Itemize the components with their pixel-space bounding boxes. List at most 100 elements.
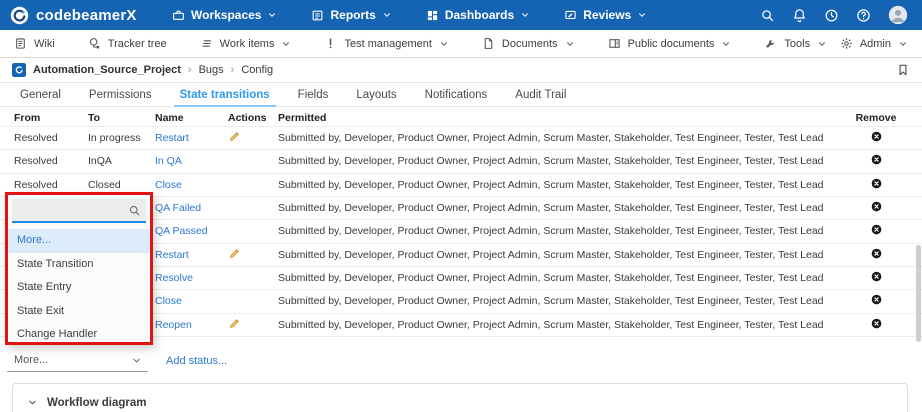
cell-to: Closed [88, 179, 155, 191]
tab-general[interactable]: General [6, 83, 75, 106]
dropdown-option-state-transition[interactable]: State Transition [8, 253, 150, 277]
remove-icon[interactable] [871, 271, 882, 282]
dropdown-search-input[interactable] [12, 199, 128, 221]
remove-icon[interactable] [871, 154, 882, 165]
help-icon[interactable] [856, 8, 871, 23]
pencil-icon[interactable] [228, 247, 241, 260]
chevron-down-icon [898, 39, 908, 49]
reports-icon [311, 9, 324, 22]
transition-name-link[interactable]: Close [155, 179, 228, 191]
cell-remove [871, 178, 882, 192]
col-header-actions: Actions [228, 112, 278, 124]
col-header-permitted: Permitted [278, 112, 838, 124]
history-icon[interactable] [824, 8, 839, 23]
documents-icon [482, 37, 495, 50]
toolbar-item-tracker-tree[interactable]: Tracker tree [88, 37, 167, 50]
toolbar-item-admin[interactable]: Admin [840, 37, 908, 50]
remove-icon[interactable] [871, 248, 882, 259]
topbar-menu-reports[interactable]: Reports [311, 8, 391, 22]
cell-remove [871, 294, 882, 308]
config-tabs: GeneralPermissionsState transitionsField… [0, 83, 922, 107]
breadcrumb-bugs[interactable]: Bugs [199, 64, 224, 76]
remove-icon[interactable] [871, 131, 882, 142]
transition-name-link[interactable]: Reopen [155, 319, 228, 331]
pencil-icon[interactable] [228, 317, 241, 330]
topbar-menu-workspaces[interactable]: Workspaces [172, 8, 277, 22]
toolbar-item-wiki[interactable]: Wiki [14, 37, 55, 50]
transition-name-link[interactable]: QA Failed [155, 202, 228, 214]
exclamation-icon [324, 37, 337, 50]
transition-name-link[interactable]: Restart [155, 249, 228, 261]
cell-actions [228, 130, 278, 146]
add-status-link[interactable]: Add status... [166, 355, 227, 367]
breadcrumb-project[interactable]: Automation_Source_Project [33, 64, 181, 76]
toolbar-item-label: Tracker tree [108, 38, 167, 50]
menu-label: Dashboards [445, 8, 514, 22]
remove-icon[interactable] [871, 294, 882, 305]
toolbar-item-label: Tools [784, 38, 810, 50]
vertical-scrollbar-thumb[interactable] [916, 245, 921, 342]
dropdown-option-more[interactable]: More... [8, 229, 150, 253]
avatar[interactable] [888, 5, 908, 25]
remove-icon[interactable] [871, 224, 882, 235]
gear-icon [840, 37, 853, 50]
col-header-remove: Remove [856, 112, 897, 124]
topbar-menu-dashboards[interactable]: Dashboards [426, 8, 530, 22]
breadcrumb-config[interactable]: Config [241, 64, 273, 76]
logo[interactable]: codebeamerX [10, 6, 158, 25]
tab-permissions[interactable]: Permissions [75, 83, 166, 106]
tab-fields[interactable]: Fields [284, 83, 343, 106]
tab-audit-trail[interactable]: Audit Trail [501, 83, 580, 106]
cell-remove [871, 154, 882, 168]
col-header-from: From [14, 112, 88, 124]
transition-name-link[interactable]: Close [155, 295, 228, 307]
topbar-actions [760, 5, 912, 25]
remove-icon[interactable] [871, 318, 882, 329]
topbar-menu-reviews[interactable]: Reviews [564, 8, 647, 22]
dropdown-option-change-handler[interactable]: Change Handler [8, 323, 150, 345]
transition-name-link[interactable]: Resolve [155, 272, 228, 284]
menu-label: Reports [330, 8, 375, 22]
cell-actions [228, 247, 278, 263]
tab-layouts[interactable]: Layouts [342, 83, 410, 106]
remove-icon[interactable] [871, 178, 882, 189]
remove-icon[interactable] [871, 201, 882, 212]
cell-permitted: Submitted by, Developer, Product Owner, … [278, 155, 838, 167]
transition-name-link[interactable]: In QA [155, 155, 228, 167]
cell-from: Resolved [14, 155, 88, 167]
logo-text: codebeamerX [36, 7, 137, 24]
transition-row: ResolvedIn progressRestartSubmitted by, … [0, 127, 922, 150]
cell-permitted: Submitted by, Developer, Product Owner, … [278, 319, 838, 331]
chevron-down-icon [267, 10, 277, 20]
toolbar-item-test-management[interactable]: Test management [324, 37, 448, 50]
chevron-down-icon [637, 10, 647, 20]
cell-remove [871, 201, 882, 215]
cell-remove [871, 224, 882, 238]
workspaces-icon [172, 9, 185, 22]
project-icon [12, 63, 26, 77]
breadcrumb: Automation_Source_Project › Bugs › Confi… [0, 58, 922, 83]
bookmark-icon[interactable] [896, 63, 910, 77]
dropdown-options: More...State TransitionState EntryState … [8, 229, 150, 345]
tab-state-transitions[interactable]: State transitions [166, 83, 284, 106]
cell-permitted: Submitted by, Developer, Product Owner, … [278, 272, 838, 284]
toolbar-item-documents[interactable]: Documents [482, 37, 575, 50]
toolbar-item-work-items[interactable]: Work items [200, 37, 292, 50]
toolbar-admin: Admin [840, 37, 908, 50]
dropdown-option-state-entry[interactable]: State Entry [8, 276, 150, 300]
search-icon [128, 204, 141, 217]
transition-name-link[interactable]: QA Passed [155, 225, 228, 237]
notifications-bell-icon[interactable] [792, 8, 807, 23]
workflow-diagram-panel[interactable]: Workflow diagram [12, 383, 908, 412]
dropdown-option-state-exit[interactable]: State Exit [8, 300, 150, 324]
toolbar-item-tools[interactable]: Tools [764, 37, 827, 50]
toolbar: Wiki Tracker tree Work items Test managemen… [0, 30, 922, 58]
cell-permitted: Submitted by, Developer, Product Owner, … [278, 249, 838, 261]
breadcrumb-separator: › [231, 64, 235, 76]
pencil-icon[interactable] [228, 130, 241, 143]
toolbar-item-public-documents[interactable]: Public documents [608, 37, 732, 50]
tab-notifications[interactable]: Notifications [411, 83, 502, 106]
transition-name-link[interactable]: Restart [155, 132, 228, 144]
more-select[interactable]: More... [7, 350, 148, 372]
search-icon[interactable] [760, 8, 775, 23]
